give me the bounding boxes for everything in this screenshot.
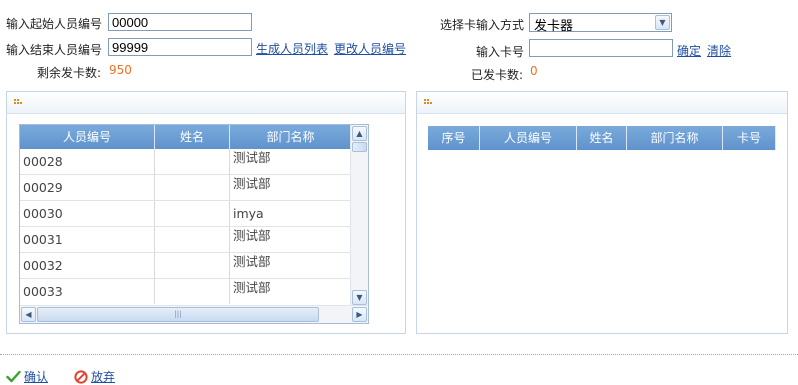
scroll-down-icon[interactable]: ▼ [352,290,367,305]
column-header-dept[interactable]: 部门名称 [627,126,723,150]
cell-name [155,253,230,278]
card-method-label: 选择卡输入方式 [440,18,525,32]
cell-id: 00031 [20,227,155,252]
cancel-action[interactable]: 放弃 [74,368,115,385]
cell-id: 00032 [20,253,155,278]
horizontal-scrollbar[interactable]: ◀ ||| ▶ [20,305,368,323]
cell-dept: 测试部 [230,279,352,304]
card-number-label: 输入卡号 [476,45,525,59]
table-row[interactable]: 00029 测试部 [20,175,352,201]
table-row[interactable]: 00032 测试部 [20,253,352,279]
table-row[interactable]: 00033 测试部 [20,279,352,305]
scroll-up-icon[interactable]: ▲ [352,126,367,141]
cancel-icon [74,369,88,384]
cell-dept: 测试部 [230,253,352,278]
issued-count-value: 0 [530,64,538,78]
card-method-select[interactable]: 发卡器 ▼ [529,13,672,34]
cell-dept: imya [230,201,352,226]
cell-name [155,201,230,226]
cell-id: 00033 [20,279,155,304]
clear-card-link[interactable]: 清除 [707,42,731,59]
column-header-id[interactable]: 人员编号 [480,126,577,150]
table-row[interactable]: 00030 imya [20,201,352,227]
remaining-count-value: 950 [109,63,132,77]
horizontal-scroll-thumb[interactable]: ||| [37,307,319,322]
cell-name [155,175,230,200]
change-number-link[interactable]: 更改人员编号 [334,40,406,57]
column-header-card[interactable]: 卡号 [723,126,776,150]
vertical-scroll-thumb[interactable] [352,142,367,152]
checkmark-icon [6,370,21,383]
grid-dots-icon [14,99,22,107]
end-number-input[interactable] [108,38,252,56]
grid-dots-icon [424,99,432,107]
cell-name [155,149,230,174]
cell-name [155,279,230,304]
start-number-label: 输入起始人员编号 [6,17,103,31]
panel-header [7,92,405,114]
cell-dept: 测试部 [230,149,352,174]
personnel-panel: 人员编号 姓名 部门名称 00028 测试部 00029 测试部 00030 i… [6,91,406,334]
remaining-count-label: 剩余发卡数: [37,66,102,80]
footer-divider [0,354,798,355]
card-method-value: 发卡器 [534,19,574,34]
cell-id: 00028 [20,149,155,174]
column-header-name[interactable]: 姓名 [577,126,627,150]
cell-dept: 测试部 [230,227,352,252]
card-number-input[interactable] [529,39,673,57]
cell-dept: 测试部 [230,175,352,200]
column-header-id[interactable]: 人员编号 [20,125,155,149]
generate-list-link[interactable]: 生成人员列表 [256,40,328,57]
grid-header: 人员编号 姓名 部门名称 [20,125,352,149]
chevron-down-icon[interactable]: ▼ [655,15,670,30]
confirm-action[interactable]: 确认 [6,368,48,385]
column-header-seq[interactable]: 序号 [428,126,480,150]
column-header-name[interactable]: 姓名 [155,125,230,149]
scroll-right-icon[interactable]: ▶ [352,307,367,322]
panel-header [417,92,787,114]
issued-count-label: 已发卡数: [471,68,524,82]
issued-card-panel: 序号 人员编号 姓名 部门名称 卡号 [416,91,788,334]
confirm-card-link[interactable]: 确定 [677,42,701,59]
scroll-left-icon[interactable]: ◀ [21,307,36,322]
cell-name [155,227,230,252]
table-row[interactable]: 00031 测试部 [20,227,352,253]
cell-id: 00030 [20,201,155,226]
cell-id: 00029 [20,175,155,200]
column-header-dept[interactable]: 部门名称 [230,125,352,149]
confirm-button[interactable]: 确认 [24,368,48,385]
start-number-input[interactable] [108,13,252,31]
end-number-label: 输入结束人员编号 [6,43,103,57]
issued-grid-header: 序号 人员编号 姓名 部门名称 卡号 [428,126,776,150]
personnel-grid: 人员编号 姓名 部门名称 00028 测试部 00029 测试部 00030 i… [19,124,369,324]
table-row[interactable]: 00028 测试部 [20,149,352,175]
vertical-scrollbar[interactable]: ▲ ▼ [350,125,368,306]
cancel-button[interactable]: 放弃 [91,368,115,385]
